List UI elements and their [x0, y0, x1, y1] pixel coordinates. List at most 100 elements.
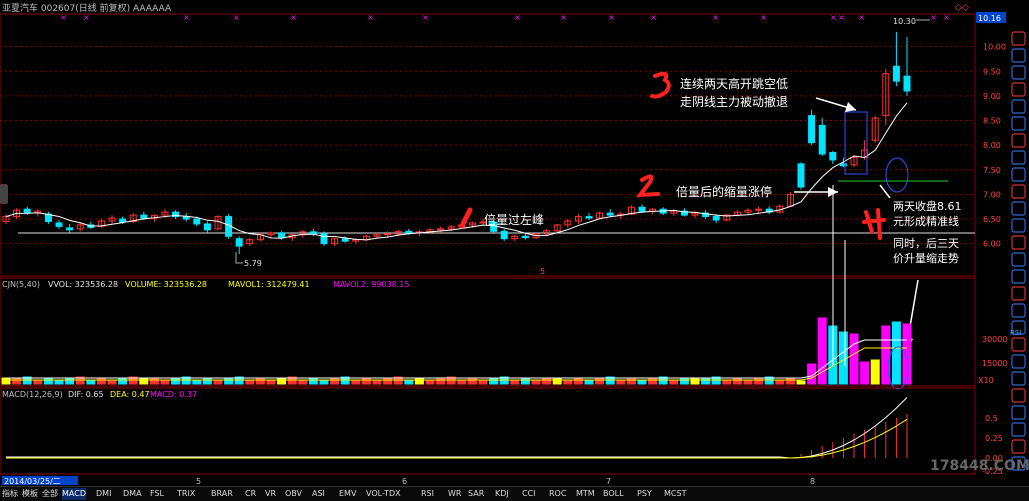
toolbar-icon[interactable] [1011, 218, 1026, 233]
toolbar-icon[interactable] [1011, 337, 1026, 352]
tab-模板[interactable]: 模板 [22, 488, 38, 500]
toolbar-icon[interactable] [1011, 31, 1026, 46]
tab-vol-tdx[interactable]: VOL-TDX [366, 488, 401, 500]
toolbar-icon[interactable] [1011, 422, 1026, 437]
toolbar-icon[interactable] [1011, 167, 1026, 182]
tab-cr[interactable]: CR [245, 488, 256, 500]
month-label-8: 8 [810, 477, 815, 486]
toolbar-icon[interactable] [1011, 65, 1026, 80]
toolbar-icon[interactable] [1011, 405, 1026, 420]
tab-emv[interactable]: EMV [339, 488, 356, 500]
candle-body [320, 233, 328, 245]
toolbar-icon[interactable] [1011, 184, 1026, 199]
candle-body [808, 115, 816, 144]
volume-bar [775, 379, 785, 385]
tab-roc[interactable]: ROC [549, 488, 566, 500]
candle-body [341, 238, 349, 242]
toolbar-icon[interactable] [1011, 303, 1026, 318]
tab-asi[interactable]: ASI [312, 488, 325, 500]
toolbar-icon[interactable] [1011, 286, 1026, 301]
toolbar-icon[interactable] [1011, 201, 1026, 216]
tab-psy[interactable]: PSY [637, 488, 652, 500]
annotation-3-arrowhead [845, 102, 856, 112]
candle-body [193, 218, 201, 225]
volume-bar [552, 377, 562, 385]
toolbar-icon[interactable] [1011, 354, 1026, 369]
tab-mcst[interactable]: MCST [664, 488, 686, 500]
volume-bar [637, 380, 647, 385]
toolbar-icon[interactable] [1011, 133, 1026, 148]
volume-bars [1, 317, 912, 385]
macd-macd: MACD: 0.37 [150, 390, 197, 399]
tab-dma[interactable]: DMA [123, 488, 142, 500]
macd-histogram [800, 414, 908, 458]
x-axis-bar [0, 475, 1007, 485]
annotation-3-number-mark [650, 71, 671, 99]
volume-bar [298, 379, 308, 385]
volume-tick-15000: 15000 [982, 359, 1007, 368]
volume-volume: VOLUME: 323536.28 [125, 280, 207, 289]
volume-bar [860, 361, 870, 385]
tab-全部[interactable]: 全部 [42, 488, 58, 500]
toolbar-icon[interactable] [1011, 388, 1026, 403]
price-tick: 9.50 [983, 67, 1001, 76]
left-scroll-handle[interactable] [0, 184, 8, 204]
candle-body [140, 214, 148, 219]
tab-dmi[interactable]: DMI [96, 488, 111, 500]
toolbar-icon[interactable] [1011, 252, 1026, 267]
annotation-4-line2: 元形成精准线 [893, 214, 959, 228]
price-axis-ticks: 10.00 9.50 9.00 8.50 8.00 7.50 7.00 6.50 6.00 [983, 43, 1006, 249]
volume-bar [891, 321, 901, 385]
annotation-4-arrow [879, 184, 891, 199]
tab-cci[interactable]: CCI [522, 488, 536, 500]
volume-bar [139, 377, 149, 385]
macd-panel [0, 387, 976, 475]
toolbar-icon[interactable] [1011, 116, 1026, 131]
volume-bar [160, 380, 170, 385]
tab-指标[interactable]: 指标 [2, 488, 18, 500]
tab-obv[interactable]: OBV [285, 488, 302, 500]
volume-bar [33, 379, 43, 385]
tab-sar[interactable]: SAR [468, 488, 484, 500]
volume-bar [626, 377, 636, 385]
toolbar-icon[interactable] [1011, 439, 1026, 454]
volume-bar [86, 379, 96, 385]
tab-trix[interactable]: TRIX [177, 488, 195, 500]
toolbar-icon[interactable] [1011, 235, 1026, 250]
tab-brar[interactable]: BRAR [211, 488, 233, 500]
toolbar-icon[interactable] [1011, 371, 1026, 386]
candle-body [521, 235, 529, 239]
candle-body [384, 233, 392, 236]
low-price-label: 5.79 [244, 259, 262, 268]
tab-macd[interactable]: MACD [62, 488, 86, 500]
volume-bar [277, 377, 287, 385]
tab-mtm[interactable]: MTM [576, 488, 595, 500]
high-price-label: 10.30 [893, 17, 916, 26]
sidebar-rsi-label[interactable]: RSI [1010, 329, 1021, 337]
toolbar-icon[interactable] [1011, 48, 1026, 63]
candle-body [55, 222, 63, 227]
tab-fsl[interactable]: FSL [150, 488, 164, 500]
toolbar-icon[interactable] [1011, 82, 1026, 97]
candle-body [405, 230, 413, 234]
price-highlight-value: 10.16 [978, 14, 1001, 23]
volume-bar [573, 377, 583, 385]
precision-circle [885, 157, 909, 193]
volume-bar [679, 377, 689, 385]
candle-body [903, 75, 911, 92]
volume-bar [202, 377, 212, 385]
volume-bar [732, 377, 742, 385]
tab-wr[interactable]: WR [448, 488, 461, 500]
annotation-3-line2: 走阴线主力被动撤退 [680, 94, 788, 109]
macd-header-prefix: MACD(12,26,9) [2, 390, 63, 399]
toolbar-icon[interactable] [1011, 99, 1026, 114]
volume-bar [478, 380, 488, 385]
toolbar-icon[interactable] [1011, 269, 1026, 284]
tab-rsi[interactable]: RSI [421, 488, 434, 500]
tab-vr[interactable]: VR [265, 488, 276, 500]
toolbar-icon[interactable] [1011, 150, 1026, 165]
tab-boll[interactable]: BOLL [603, 488, 624, 500]
tab-kdj[interactable]: KDJ [495, 488, 509, 500]
volume-bar [266, 380, 276, 385]
volume-bar [510, 379, 520, 385]
